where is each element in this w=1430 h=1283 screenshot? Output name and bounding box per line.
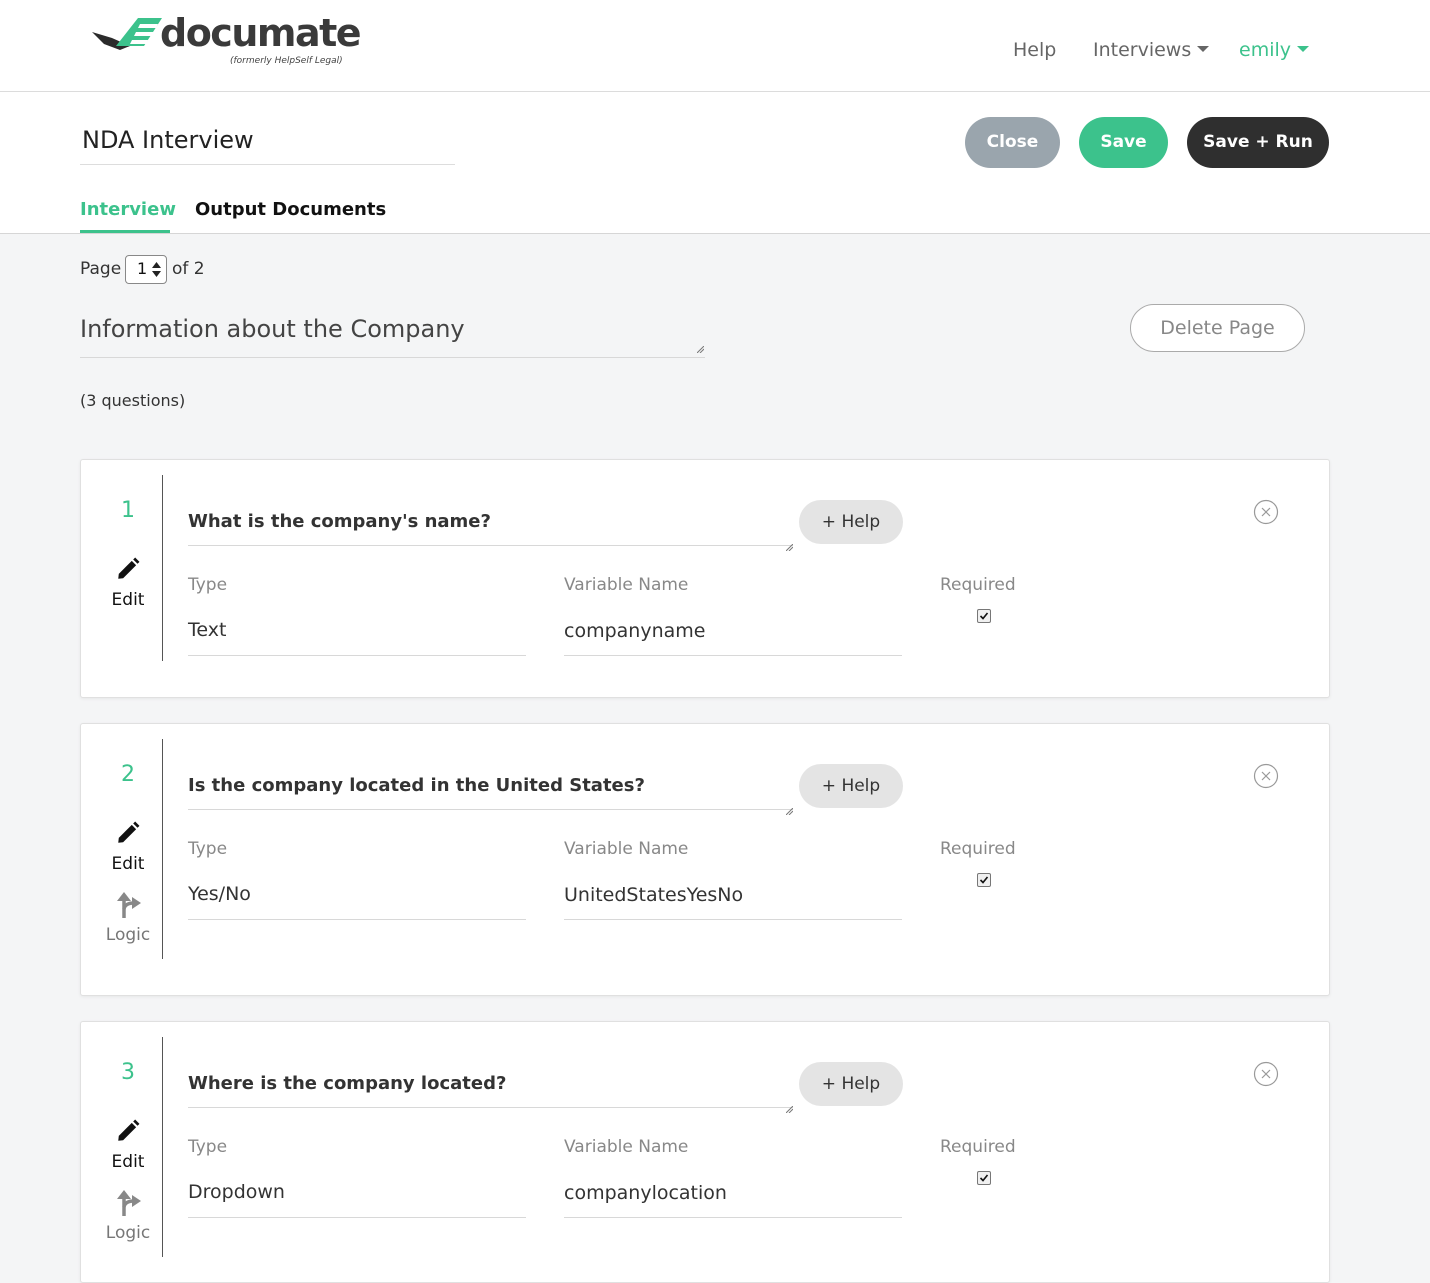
logic-button[interactable]: Logic xyxy=(81,924,175,946)
edit-button[interactable]: Edit xyxy=(81,853,175,875)
question-count: (3 questions) xyxy=(80,391,186,410)
resize-handle-icon[interactable] xyxy=(785,1098,794,1114)
variable-name-label: Variable Name xyxy=(564,575,689,595)
question-text-input[interactable]: Where is the company located? xyxy=(188,1072,506,1096)
save-run-button[interactable]: Save + Run xyxy=(1187,117,1329,168)
add-help-button[interactable]: + Help xyxy=(799,1062,903,1106)
question-text-input[interactable]: What is the company's name? xyxy=(188,510,491,534)
add-help-button[interactable]: + Help xyxy=(799,764,903,808)
pencil-icon[interactable] xyxy=(115,820,141,846)
nav-help-link[interactable]: Help xyxy=(1013,38,1056,62)
page-number-value: 1 xyxy=(137,259,148,278)
type-label: Type xyxy=(188,839,228,859)
select-arrows-icon xyxy=(152,262,161,277)
type-underline xyxy=(188,919,526,920)
required-checkbox[interactable] xyxy=(977,1171,991,1185)
user-name: emily xyxy=(1239,39,1291,61)
variable-underline xyxy=(564,919,902,920)
question-number: 2 xyxy=(121,762,135,787)
title-underline xyxy=(80,164,455,165)
type-label: Type xyxy=(188,575,228,595)
caret-down-icon xyxy=(1297,46,1309,52)
tab-interview[interactable]: Interview xyxy=(80,198,176,222)
variable-name-input[interactable]: companylocation xyxy=(564,1180,727,1206)
question-number: 1 xyxy=(121,498,135,523)
nav-interviews-dropdown[interactable]: Interviews xyxy=(1093,38,1210,62)
user-menu-dropdown[interactable]: emily xyxy=(1239,38,1309,62)
resize-handle-icon[interactable] xyxy=(697,346,704,353)
question-text-input[interactable]: Is the company located in the United Sta… xyxy=(188,774,645,798)
page-label: Page xyxy=(80,259,122,279)
close-button[interactable]: Close xyxy=(965,117,1060,168)
page-number-select[interactable]: 1 xyxy=(125,255,167,284)
question-type-select[interactable]: Yes/No xyxy=(188,881,251,907)
delete-page-button[interactable]: Delete Page xyxy=(1130,304,1305,352)
question-type-select[interactable]: Dropdown xyxy=(188,1179,285,1205)
variable-name-label: Variable Name xyxy=(564,1137,689,1157)
logo-wordmark: documate xyxy=(160,11,362,55)
required-checkbox[interactable] xyxy=(977,873,991,887)
variable-name-input[interactable]: companyname xyxy=(564,618,705,644)
page-title-input[interactable]: Information about the Company xyxy=(80,314,465,344)
question-number: 3 xyxy=(121,1060,135,1085)
page-of-label: of 2 xyxy=(172,259,205,279)
interview-title-input[interactable]: NDA Interview xyxy=(82,125,254,155)
variable-name-input[interactable]: UnitedStatesYesNo xyxy=(564,882,743,908)
delete-question-icon[interactable] xyxy=(1253,499,1279,525)
logo-mark-icon xyxy=(92,18,162,50)
active-tab-indicator xyxy=(80,230,170,233)
pencil-icon[interactable] xyxy=(115,556,141,582)
question-underline xyxy=(188,1107,793,1108)
question-type-select[interactable]: Text xyxy=(188,617,226,643)
required-label: Required xyxy=(940,1137,1016,1157)
question-card: 2 Edit Logic Is the company located in the … xyxy=(80,723,1330,996)
logic-branch-icon[interactable] xyxy=(115,890,143,920)
variable-underline xyxy=(564,1217,902,1218)
delete-question-icon[interactable] xyxy=(1253,1061,1279,1087)
type-label: Type xyxy=(188,1137,228,1157)
delete-question-icon[interactable] xyxy=(1253,763,1279,789)
logic-branch-icon[interactable] xyxy=(115,1188,143,1218)
question-card: 1 Edit What is the company's name? + Help Ty… xyxy=(80,459,1330,698)
required-checkbox[interactable] xyxy=(977,609,991,623)
resize-handle-icon[interactable] xyxy=(785,536,794,552)
required-label: Required xyxy=(940,839,1016,859)
type-underline xyxy=(188,655,526,656)
logo-subtitle: (formerly HelpSelf Legal) xyxy=(230,56,343,66)
page-title-underline xyxy=(80,357,705,358)
top-navbar: documate (formerly HelpSelf Legal) Help … xyxy=(0,0,1430,92)
edit-button[interactable]: Edit xyxy=(81,589,175,611)
nav-interviews-label: Interviews xyxy=(1093,39,1192,61)
question-underline xyxy=(188,809,793,810)
logic-button[interactable]: Logic xyxy=(81,1222,175,1244)
documate-logo[interactable]: documate (formerly HelpSelf Legal) xyxy=(90,10,362,70)
question-underline xyxy=(188,545,793,546)
pencil-icon[interactable] xyxy=(115,1118,141,1144)
question-card: 3 Edit Logic Where is the company located? +… xyxy=(80,1021,1330,1283)
edit-button[interactable]: Edit xyxy=(81,1151,175,1173)
variable-underline xyxy=(564,655,902,656)
caret-down-icon xyxy=(1197,46,1210,52)
tab-output-documents[interactable]: Output Documents xyxy=(195,198,386,222)
add-help-button[interactable]: + Help xyxy=(799,500,903,544)
resize-handle-icon[interactable] xyxy=(785,800,794,816)
card-divider xyxy=(162,475,163,661)
variable-name-label: Variable Name xyxy=(564,839,689,859)
type-underline xyxy=(188,1217,526,1218)
required-label: Required xyxy=(940,575,1016,595)
save-button[interactable]: Save xyxy=(1079,117,1168,168)
